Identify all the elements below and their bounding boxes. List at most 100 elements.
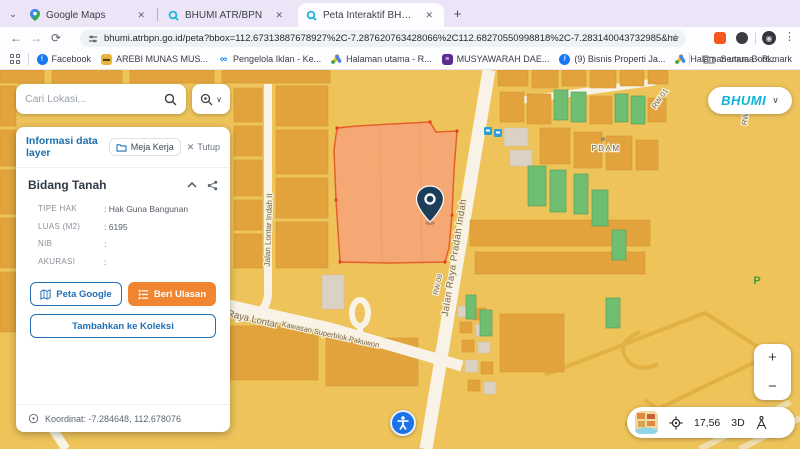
bhumi-favicon [168,10,179,21]
tab-title: Peta Interaktif BHUMI ATR/BPN [323,10,416,21]
meja-kerja-button[interactable]: Meja Kerja [109,138,181,156]
bookmark-arebi[interactable]: ▬ AREBI MUNAS MUS... [101,54,208,65]
map-bottom-bar: 17,56 3D [627,407,795,438]
all-bookmarks-label: Semua Bookmark [720,54,792,64]
reload-button[interactable]: ⟳ [46,31,66,45]
extension-icon-orange[interactable] [714,32,726,44]
section-title: Bidang Tanah [28,178,187,192]
site-info-icon[interactable] [88,34,98,44]
meja-kerja-label: Meja Kerja [131,142,174,152]
bookmark-label: Facebook [52,54,92,64]
bookmark-pengelola-iklan[interactable]: ∞ Pengelola Iklan - Ke... [218,54,321,65]
forward-button[interactable]: → [26,31,46,45]
toggle-3d-button[interactable]: 3D [731,417,744,429]
coordinate-icon [28,413,39,424]
close-icon[interactable]: ✕ [272,9,286,22]
peta-google-button[interactable]: Peta Google [30,282,122,306]
facebook-icon: f [37,54,48,65]
area-label-pdam: PDAM [591,144,620,153]
bookmark-star-icon[interactable]: ☆ [671,33,680,44]
zoom-level-value: 17,56 [694,417,720,429]
field-value: : [104,239,106,249]
url-bar[interactable]: bhumi.atrbpn.go.id/peta?bbox=112.6731388… [80,30,686,47]
browser-toolbar: ← → ⟳ bhumi.atrbpn.go.id/peta?bbox=112.6… [0,27,800,49]
google-ads-icon [675,54,686,64]
locate-icon[interactable] [669,416,683,430]
back-button[interactable]: ← [6,31,26,45]
all-bookmarks[interactable]: Semua Bookmark [689,53,792,65]
tambah-koleksi-button[interactable]: Tambahkan ke Koleksi [30,314,216,338]
facebook-icon: f [559,54,570,65]
advanced-search-icon [200,93,213,106]
bookmark-facebook[interactable]: f Facebook [37,54,92,65]
bhumi-favicon [306,10,317,21]
bhumi-logo-button[interactable]: BHUMI ∨ [708,87,792,114]
bookmarks-divider [689,53,690,65]
folder-icon [703,54,715,64]
extension-icon-dark[interactable] [736,32,748,44]
field-label: AKURASI [38,257,104,267]
location-search-box[interactable] [16,84,186,114]
field-label: TIPE HAK [38,204,104,214]
close-panel-button[interactable]: ✕ Tutup [185,140,222,155]
field-value: : Hak Guna Bangunan [104,204,188,214]
chevron-down-icon: ∨ [216,95,222,104]
arebi-icon: ▬ [101,54,112,65]
search-icon[interactable] [164,93,177,106]
bookmark-label: (9) Bisnis Properti Ja... [574,54,665,64]
field-row: TIPE HAK : Hak Guna Bangunan [38,204,218,214]
basemap-switcher[interactable] [635,411,658,434]
field-row: NIB : [38,239,218,249]
close-icon: ✕ [187,142,195,153]
bookmark-bisnis-properti[interactable]: f (9) Bisnis Properti Ja... [559,54,665,65]
tab-search-button[interactable]: ⌄ [5,6,21,22]
browser-menu-button[interactable]: ⋮ [784,30,795,43]
bookmark-halaman-utama-1[interactable]: Halaman utama - R... [331,54,432,64]
accessibility-person-icon [395,415,411,431]
pdam-dot [601,137,605,141]
zoom-out-button[interactable]: − [760,377,785,396]
panel-header: Informasi data layer Meja Kerja ✕ Tutup [16,127,230,159]
beri-ulasan-button[interactable]: Beri Ulasan [128,282,216,306]
coordinate-footer: Koordinat: -7.284648, 112.678076 [16,404,230,432]
coordinate-text: Koordinat: -7.284648, 112.678076 [45,414,181,424]
bookmarks-divider [28,53,29,65]
tutup-label: Tutup [197,142,220,152]
apps-grid-icon[interactable] [10,54,20,64]
field-value: : [104,257,106,267]
field-row: AKURASI : [38,257,218,267]
bookmark-label: Pengelola Iklan - Ke... [233,54,321,64]
browser-tab-strip: ⌄ Google Maps ✕ BHUMI ATR/BPN ✕ Peta Int… [0,0,800,27]
field-label: NIB [38,239,104,249]
plus-icon: + [454,6,462,21]
profile-avatar[interactable]: ◉ [762,31,776,45]
zoom-in-button[interactable]: + [760,348,785,367]
chevron-down-icon: ∨ [772,95,779,106]
toolbar-divider [755,32,756,44]
google-maps-icon [30,9,40,21]
workspace-folder-icon [116,143,127,152]
tab-google-maps[interactable]: Google Maps ✕ [22,3,156,27]
beri-ulasan-label: Beri Ulasan [154,289,206,300]
tab-divider [157,8,158,21]
url-text[interactable]: bhumi.atrbpn.go.id/peta?bbox=112.6731388… [104,33,678,44]
field-row: LUAS (M2) : 6195 [38,222,218,232]
advanced-search-button[interactable]: ∨ [192,84,230,114]
review-list-icon [138,289,149,300]
accessibility-button[interactable] [390,410,416,436]
tab-peta-interaktif-active[interactable]: Peta Interaktif BHUMI ATR/BPN ✕ [298,3,444,27]
share-icon[interactable] [207,180,218,191]
close-icon[interactable]: ✕ [134,9,148,22]
zoom-control: + − [754,344,791,400]
bhumi-logo-text: BHUMI [721,93,766,108]
tab-bhumi[interactable]: BHUMI ATR/BPN ✕ [160,3,294,27]
close-icon[interactable]: ✕ [422,9,436,22]
bookmark-label: AREBI MUNAS MUS... [116,54,208,64]
chevron-up-icon[interactable] [187,182,197,188]
layer-info-panel: Informasi data layer Meja Kerja ✕ Tutup … [16,127,230,432]
new-tab-button[interactable]: + [449,5,466,22]
search-input[interactable] [25,93,164,105]
bookmark-musyawarah[interactable]: ≡ MUSYAWARAH DAE... [442,54,550,65]
bidang-tanah-section: Bidang Tanah [16,168,230,192]
north-compass-icon[interactable] [756,416,767,430]
